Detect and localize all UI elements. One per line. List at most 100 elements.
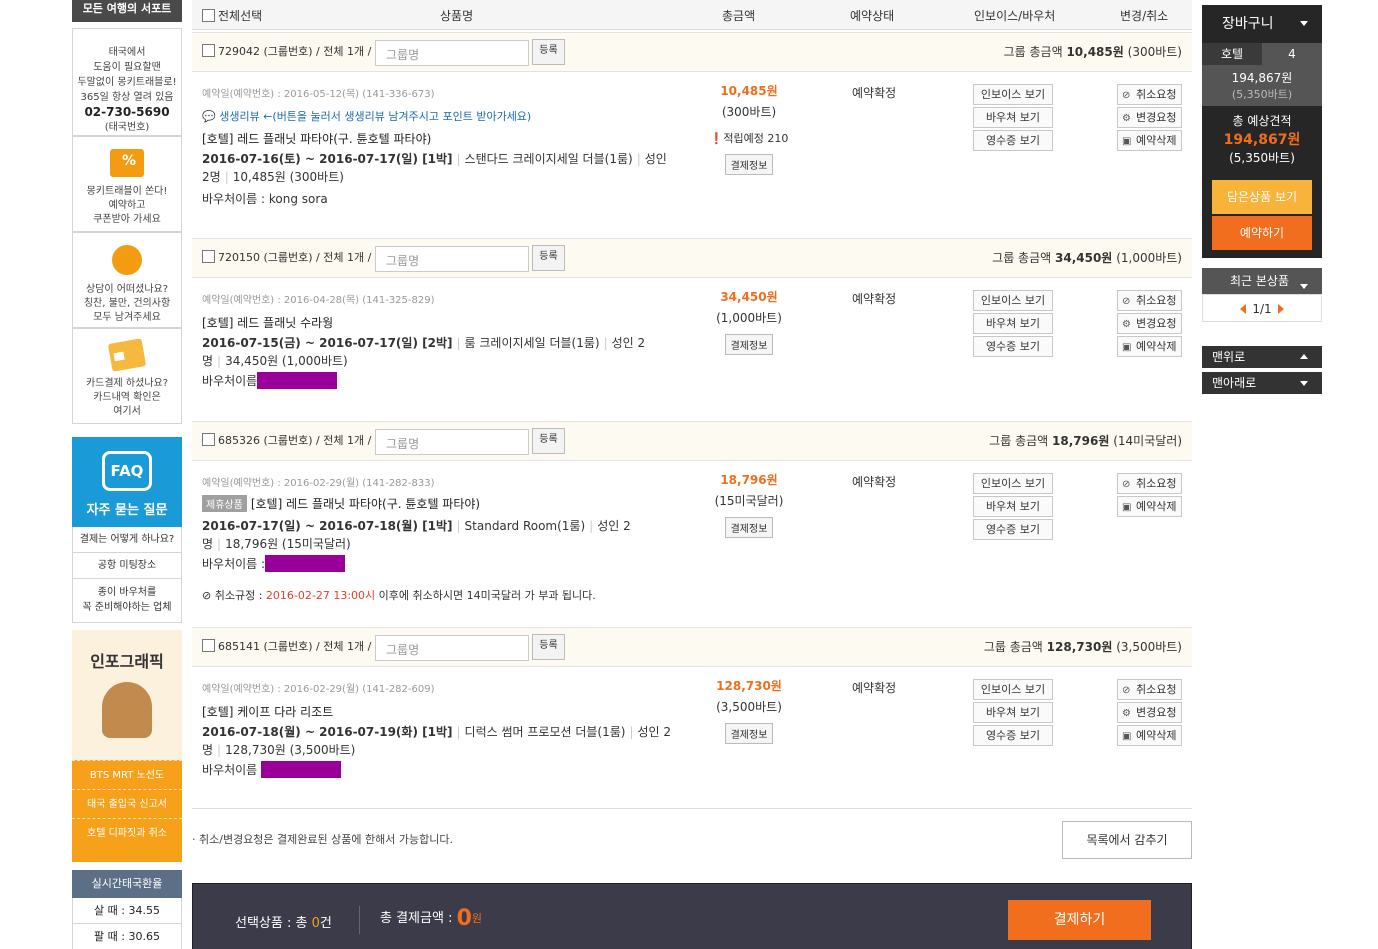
group-name-input[interactable]: 그룹명: [375, 429, 529, 455]
group-name-input[interactable]: 그룹명: [375, 246, 529, 272]
cancel-policy-text: 이후에 취소하시면 14미국달러 가 부과 됩니다.: [378, 589, 596, 602]
faq-banner[interactable]: FAQ 자주 묻는 질문: [72, 437, 182, 527]
voucher-button[interactable]: 바우쳐 보기: [973, 702, 1053, 723]
faq-link-airport[interactable]: 공항 미팅장소: [72, 553, 182, 579]
change-buttons: ⊘ 취소요청 ⚙ 변경요청 ▣ 예약삭제: [1117, 679, 1182, 748]
reservation-group: 729042 (그룹번호) / 전체 1개 / 그룹명 등록 그룹 총금액 10…: [192, 32, 1192, 238]
voucher-button[interactable]: 바우쳐 보기: [973, 496, 1053, 517]
change-buttons: ⊘ 취소요청 ⚙ 변경요청 ▣ 예약삭제: [1117, 290, 1182, 359]
scroll-bottom-button[interactable]: 맨아래로: [1202, 372, 1322, 394]
amount-line: 18,796원 (15미국달러): [225, 537, 351, 551]
payment-info-button[interactable]: 결제정보: [724, 517, 774, 538]
register-button[interactable]: 등록: [532, 245, 565, 271]
faq-link-payment[interactable]: 결제는 어떻게 하나요?: [72, 527, 182, 553]
info-link-mrt[interactable]: BTS MRT 노선도: [72, 760, 182, 789]
scroll-top-button[interactable]: 맨위로: [1202, 346, 1322, 368]
receipt-button[interactable]: 영수증 보기: [973, 519, 1053, 540]
table-header: 전체선택 상품명 총금액 예약상태 인보이스/바우처 변경/취소: [192, 0, 1192, 30]
prev-arrow-icon[interactable]: [1240, 304, 1247, 314]
cart-amount: 194,867원 (5,350바트): [1202, 65, 1322, 106]
group-checkbox[interactable]: [202, 639, 215, 652]
infographic-title: 인포그래픽: [90, 652, 164, 671]
support-phone: 02-730-5690: [84, 105, 170, 119]
cancel-request-button[interactable]: ⊘ 취소요청: [1117, 679, 1182, 700]
faq-link-paper-voucher[interactable]: 종이 바우처를 꼭 준비해야하는 업체: [72, 579, 182, 623]
cart-title: 장바구니: [1222, 16, 1274, 32]
reservation-item: 예약일(예약번호) : 2016-05-12(목) (141-336-673) …: [192, 72, 1192, 238]
recent-title: 최근 본상품: [1230, 274, 1290, 288]
recent-header[interactable]: 최근 본상품: [1202, 268, 1322, 294]
book-button[interactable]: 예약하기: [1212, 216, 1312, 250]
invoice-button[interactable]: 인보이스 보기: [973, 473, 1053, 494]
group-total-amount: 34,450원: [1055, 251, 1113, 265]
invoice-button[interactable]: 인보이스 보기: [973, 290, 1053, 311]
change-request-button[interactable]: ⚙ 변경요청: [1117, 107, 1182, 128]
support-box[interactable]: 태국에서 도움이 필요할땐 두말없이 몽키트래블로! 365일 항상 열려 있음…: [72, 28, 182, 136]
chevron-down-icon: [1300, 21, 1308, 26]
select-all-checkbox[interactable]: [202, 9, 215, 22]
cart-estimate: 총 예상견적 194,867원 (5,350바트): [1202, 106, 1322, 174]
invoice-button[interactable]: 인보이스 보기: [973, 84, 1053, 105]
cancel-request-button[interactable]: ⊘ 취소요청: [1117, 290, 1182, 311]
reservation-date: 예약일(예약번호) : 2016-05-12(목) (141-336-673): [202, 89, 435, 100]
reservation-group: 720150 (그룹번호) / 전체 1개 / 그룹명 등록 그룹 총금액 34…: [192, 238, 1192, 420]
pay-button[interactable]: 결제하기: [1008, 900, 1151, 940]
reservation-item: 예약일(예약번호) : 2016-04-28(목) (141-325-829) …: [192, 278, 1192, 420]
payment-info-button[interactable]: 결제정보: [724, 334, 774, 355]
next-arrow-icon[interactable]: [1277, 304, 1284, 314]
change-request-label: 변경요청: [1136, 317, 1177, 330]
review-link[interactable]: 💬 생생리뷰 ←(버튼을 눌러서 생생리뷰 남겨주시고 포인트 받아가세요): [202, 108, 531, 124]
voucher-button[interactable]: 바우쳐 보기: [973, 107, 1053, 128]
info-link-immigration[interactable]: 태국 출입국 신고서: [72, 789, 182, 818]
stay-details: 2016-07-18(월) ~ 2016-07-19(화) [1박] | 디럭스 썸…: [202, 725, 672, 757]
group-checkbox[interactable]: [202, 44, 215, 57]
cancel-request-label: 취소요청: [1136, 294, 1177, 307]
consult-line: 칭찬, 불만, 건의사항: [83, 298, 171, 309]
receipt-button[interactable]: 영수증 보기: [973, 725, 1053, 746]
select-all[interactable]: 전체선택: [202, 7, 262, 24]
view-cart-button[interactable]: 담은상품 보기: [1212, 180, 1312, 214]
delete-reservation-button[interactable]: ▣ 예약삭제: [1117, 336, 1182, 357]
consult-banner[interactable]: 상담이 어떠셨나요? 칭찬, 불만, 건의사항 모두 남겨주세요: [72, 232, 182, 328]
hide-from-list-button[interactable]: 목록에서 감추기: [1062, 821, 1192, 859]
invoice-button[interactable]: 인보이스 보기: [973, 679, 1053, 700]
scroll-bottom-label: 맨아래로: [1212, 376, 1257, 390]
point-info: ❗적립예정 210: [689, 130, 809, 146]
receipt-button[interactable]: 영수증 보기: [973, 336, 1053, 357]
cancel-request-button[interactable]: ⊘ 취소요청: [1117, 84, 1182, 105]
partner-badge: 제휴상품: [202, 495, 247, 512]
payment-info-button[interactable]: 결제정보: [724, 723, 774, 744]
group-checkbox[interactable]: [202, 433, 215, 446]
group-total-sub: (14미국달러): [1113, 434, 1182, 448]
voucher-button[interactable]: 바우쳐 보기: [973, 313, 1053, 334]
price: 34,450원: [720, 290, 778, 304]
cancel-request-button[interactable]: ⊘ 취소요청: [1117, 473, 1182, 494]
cart-header[interactable]: 장바구니: [1202, 5, 1322, 43]
coupon-banner[interactable]: 몽키트래블이 쏜다! 예약하고 쿠폰받아 가세요: [72, 136, 182, 232]
exchange-buy: 살 때 : 34.55: [72, 898, 182, 924]
price: 128,730원: [716, 679, 782, 693]
delete-reservation-button[interactable]: ▣ 예약삭제: [1117, 725, 1182, 746]
cancel-policy: ⊘ 취소규정 : 2016-02-27 13:00시 이후에 취소하시면 14미…: [202, 587, 596, 603]
change-request-button[interactable]: ⚙ 변경요청: [1117, 702, 1182, 723]
payment-info-button[interactable]: 결제정보: [724, 154, 774, 175]
register-button[interactable]: 등록: [532, 428, 565, 454]
infographic-banner[interactable]: 인포그래픽: [72, 630, 182, 760]
total-value: 0: [456, 906, 472, 931]
group-checkbox[interactable]: [202, 250, 215, 263]
group-name-input[interactable]: 그룹명: [375, 40, 529, 66]
col-product: 상품명: [440, 9, 474, 23]
register-button[interactable]: 등록: [532, 634, 565, 660]
change-request-button[interactable]: ⚙ 변경요청: [1117, 313, 1182, 334]
info-link-deposit[interactable]: 호텔 디파짓과 취소: [72, 818, 182, 847]
delete-reservation-button[interactable]: ▣ 예약삭제: [1117, 496, 1182, 517]
register-button[interactable]: 등록: [532, 39, 565, 65]
footer-note-label: 취소/변경요청은 결제완료된 상품에 한해서 가능합니다.: [199, 833, 453, 846]
group-name-input[interactable]: 그룹명: [375, 635, 529, 661]
delete-reservation-button[interactable]: ▣ 예약삭제: [1117, 130, 1182, 151]
card-banner[interactable]: 카드결제 하셨나요? 카드내역 확인은 여기서: [72, 328, 182, 424]
hotel-name: [호텔] 레드 플래닛 수라웡: [202, 316, 334, 330]
stay-details: 2016-07-16(토) ~ 2016-07-17(일) [1박] | 스탠다드 …: [202, 152, 667, 184]
trash-icon: ▣: [1122, 342, 1132, 353]
receipt-button[interactable]: 영수증 보기: [973, 130, 1053, 151]
